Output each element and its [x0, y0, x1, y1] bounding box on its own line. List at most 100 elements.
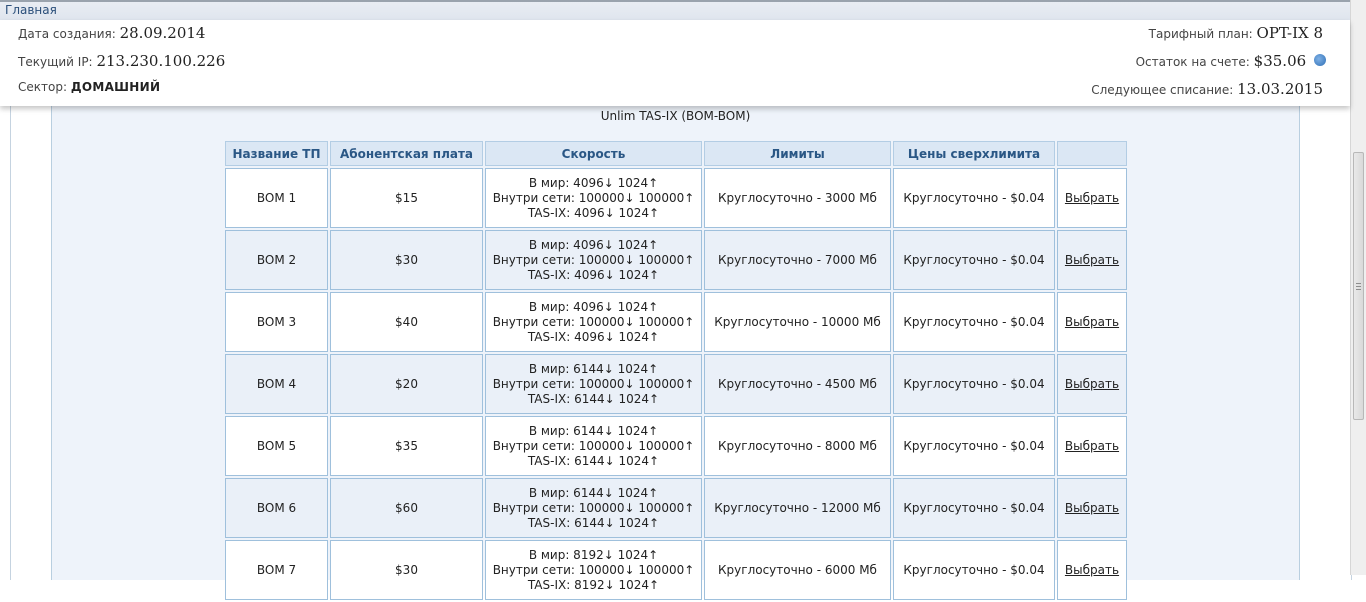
- tariff-group-title: Unlim TAS-IX (BOM-BOM): [600, 109, 751, 123]
- tariff-speed: В мир: 8192↓ 1024↑ Внутри сети: 100000↓ …: [485, 540, 702, 600]
- speed-world: В мир: 6144↓ 1024↑: [528, 423, 659, 438]
- header-overlimit: Цены сверхлимита: [893, 141, 1055, 166]
- tariff-action-cell: Выбрать: [1057, 354, 1127, 414]
- header-action: [1057, 141, 1127, 166]
- tariff-fee: $30: [330, 230, 483, 290]
- tariff-name: BOM 5: [225, 416, 328, 476]
- header-name: Название ТП: [225, 141, 328, 166]
- scrollbar-grip: [1356, 289, 1361, 290]
- tariff-overlimit: Круглосуточно - $0.04: [893, 230, 1055, 290]
- balance-label: Остаток на счете:: [1135, 55, 1250, 69]
- content-frame: Unlim TAS-IX (BOM-BOM) Название ТП Абоне…: [10, 100, 1352, 600]
- speed-local: Внутри сети: 100000↓ 100000↑: [492, 314, 695, 329]
- tariff-limit: Круглосуточно - 6000 Мб: [704, 540, 891, 600]
- tariff-name: BOM 2: [225, 230, 328, 290]
- scrollbar-thumb[interactable]: [1353, 152, 1364, 420]
- tariff-fee: $60: [330, 478, 483, 538]
- current-ip-row: Текущий IP: 213.230.100.226: [18, 52, 225, 74]
- select-tariff-link[interactable]: Выбрать: [1065, 501, 1119, 515]
- select-tariff-link[interactable]: Выбрать: [1065, 439, 1119, 453]
- created-date-row: Дата создания: 28.09.2014: [18, 24, 205, 46]
- balance-row: Остаток на счете: $35.06: [1136, 52, 1326, 74]
- tariff-limit: Круглосуточно - 8000 Мб: [704, 416, 891, 476]
- tariff-action-cell: Выбрать: [1057, 168, 1127, 228]
- table-row: BOM 6 $60 В мир: 6144↓ 1024↑ Внутри сети…: [225, 478, 1127, 538]
- table-row: BOM 4 $20 В мир: 6144↓ 1024↑ Внутри сети…: [225, 354, 1127, 414]
- created-date-value: 28.09.2014: [119, 24, 206, 42]
- speed-world: В мир: 6144↓ 1024↑: [528, 361, 659, 376]
- speed-world: В мир: 4096↓ 1024↑: [528, 237, 659, 252]
- scrollbar-grip: [1356, 286, 1361, 287]
- sector-row: Сектор: ДОМАШНИЙ: [18, 80, 160, 102]
- tariff-name: BOM 7: [225, 540, 328, 600]
- tariff-action-cell: Выбрать: [1057, 478, 1127, 538]
- tariff-overlimit: Круглосуточно - $0.04: [893, 292, 1055, 352]
- tariffs-table: Название ТП Абонентская плата Скорость Л…: [223, 139, 1129, 602]
- tariff-limit: Круглосуточно - 4500 Мб: [704, 354, 891, 414]
- tariff-action-cell: Выбрать: [1057, 540, 1127, 600]
- next-charge-row: Следующее списание: 13.03.2015: [1091, 80, 1323, 102]
- header-fee: Абонентская плата: [330, 141, 483, 166]
- account-info-panel: Дата создания: 28.09.2014 Текущий IP: 21…: [0, 20, 1350, 106]
- tariff-speed: В мир: 4096↓ 1024↑ Внутри сети: 100000↓ …: [485, 230, 702, 290]
- header-speed: Скорость: [485, 141, 702, 166]
- table-row: BOM 7 $30 В мир: 8192↓ 1024↑ Внутри сети…: [225, 540, 1127, 600]
- table-header-row: Название ТП Абонентская плата Скорость Л…: [225, 141, 1127, 166]
- page-title[interactable]: Главная: [5, 3, 57, 17]
- table-row: BOM 5 $35 В мир: 6144↓ 1024↑ Внутри сети…: [225, 416, 1127, 476]
- balance-value: $35.06: [1253, 52, 1307, 70]
- select-tariff-link[interactable]: Выбрать: [1065, 253, 1119, 267]
- created-date-label: Дата создания:: [18, 27, 116, 41]
- speed-tasix: TAS-IX: 8192↓ 1024↑: [527, 577, 660, 592]
- tariff-overlimit: Круглосуточно - $0.04: [893, 416, 1055, 476]
- tariff-name: BOM 3: [225, 292, 328, 352]
- select-tariff-link[interactable]: Выбрать: [1065, 191, 1119, 205]
- sector-value: ДОМАШНИЙ: [70, 80, 161, 94]
- speed-local: Внутри сети: 100000↓ 100000↑: [492, 190, 695, 205]
- speed-tasix: TAS-IX: 4096↓ 1024↑: [527, 329, 660, 344]
- tariff-plan-value: OPT-IX 8: [1256, 24, 1323, 42]
- speed-world: В мир: 4096↓ 1024↑: [528, 299, 659, 314]
- speed-local: Внутри сети: 100000↓ 100000↑: [492, 376, 695, 391]
- current-ip-label: Текущий IP:: [18, 55, 93, 69]
- select-tariff-link[interactable]: Выбрать: [1065, 563, 1119, 577]
- tariff-overlimit: Круглосуточно - $0.04: [893, 354, 1055, 414]
- tariff-action-cell: Выбрать: [1057, 416, 1127, 476]
- speed-tasix: TAS-IX: 6144↓ 1024↑: [527, 515, 660, 530]
- table-row: BOM 2 $30 В мир: 4096↓ 1024↑ Внутри сети…: [225, 230, 1127, 290]
- tariff-fee: $30: [330, 540, 483, 600]
- tariff-plan-row: Тарифный план: OPT-IX 8: [1149, 24, 1323, 46]
- speed-tasix: TAS-IX: 6144↓ 1024↑: [527, 391, 660, 406]
- select-tariff-link[interactable]: Выбрать: [1065, 377, 1119, 391]
- tariff-fee: $15: [330, 168, 483, 228]
- tariff-speed: В мир: 6144↓ 1024↑ Внутри сети: 100000↓ …: [485, 416, 702, 476]
- select-tariff-link[interactable]: Выбрать: [1065, 315, 1119, 329]
- speed-world: В мир: 6144↓ 1024↑: [528, 485, 659, 500]
- tariff-action-cell: Выбрать: [1057, 230, 1127, 290]
- title-bar: Главная: [0, 0, 1350, 20]
- tariff-limit: Круглосуточно - 10000 Мб: [704, 292, 891, 352]
- table-row: BOM 3 $40 В мир: 4096↓ 1024↑ Внутри сети…: [225, 292, 1127, 352]
- page-scrollbar[interactable]: [1350, 0, 1366, 575]
- next-charge-label: Следующее списание:: [1091, 83, 1234, 97]
- tariff-fee: $20: [330, 354, 483, 414]
- tariff-action-cell: Выбрать: [1057, 292, 1127, 352]
- speed-tasix: TAS-IX: 4096↓ 1024↑: [527, 205, 660, 220]
- scrollbar-grip: [1356, 283, 1361, 284]
- refresh-icon[interactable]: [1314, 54, 1326, 66]
- tariff-overlimit: Круглосуточно - $0.04: [893, 168, 1055, 228]
- speed-local: Внутри сети: 100000↓ 100000↑: [492, 562, 695, 577]
- tariff-overlimit: Круглосуточно - $0.04: [893, 540, 1055, 600]
- speed-tasix: TAS-IX: 6144↓ 1024↑: [527, 453, 660, 468]
- tariff-overlimit: Круглосуточно - $0.04: [893, 478, 1055, 538]
- tariff-fee: $40: [330, 292, 483, 352]
- tariff-name: BOM 4: [225, 354, 328, 414]
- tariff-limit: Круглосуточно - 7000 Мб: [704, 230, 891, 290]
- speed-world: В мир: 4096↓ 1024↑: [528, 175, 659, 190]
- tariff-limit: Круглосуточно - 12000 Мб: [704, 478, 891, 538]
- tariff-fee: $35: [330, 416, 483, 476]
- tariff-name: BOM 1: [225, 168, 328, 228]
- speed-local: Внутри сети: 100000↓ 100000↑: [492, 500, 695, 515]
- current-ip-value: 213.230.100.226: [96, 52, 226, 70]
- speed-local: Внутри сети: 100000↓ 100000↑: [492, 252, 695, 267]
